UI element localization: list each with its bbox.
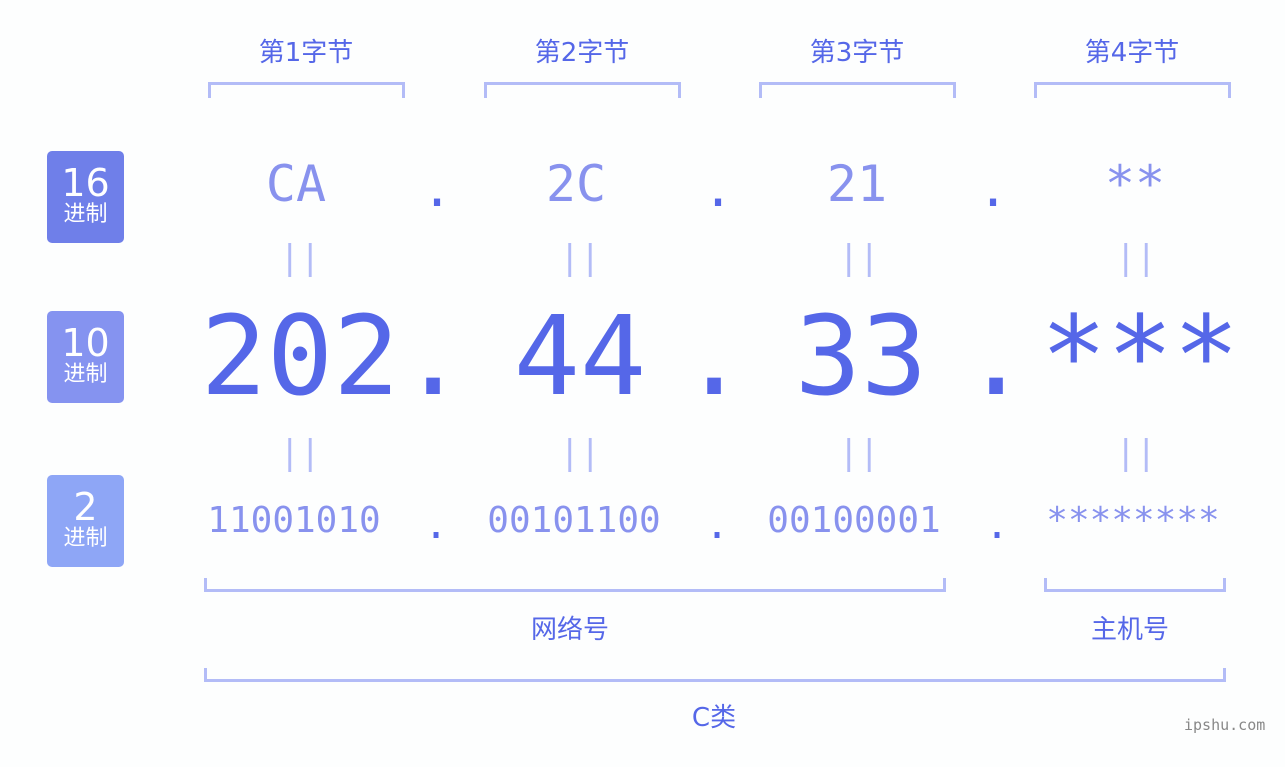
hex-badge-number: 16 — [61, 161, 110, 205]
watermark: ipshu.com — [1184, 716, 1266, 734]
class-label: C类 — [691, 703, 737, 733]
bin-separator: . — [705, 502, 730, 548]
hex-badge: 16 进制 — [47, 151, 124, 243]
byte-1-label: 第1字节 — [258, 38, 354, 68]
host-bracket — [1044, 578, 1226, 592]
equals-sign: || — [1115, 238, 1157, 278]
hex-byte-1: CA — [265, 155, 327, 213]
dec-badge-text: 进制 — [63, 362, 108, 387]
hex-separator: . — [422, 160, 453, 218]
hex-badge-text: 进制 — [63, 202, 108, 227]
host-label: 主机号 — [1090, 615, 1169, 645]
hex-separator: . — [703, 160, 734, 218]
byte-2-label: 第2字节 — [534, 38, 630, 68]
bin-separator: . — [985, 502, 1010, 548]
bin-byte-3: 00100001 — [767, 500, 941, 541]
network-label: 网络号 — [530, 615, 609, 645]
dec-byte-4: *** — [1040, 292, 1240, 420]
equals-sign: || — [838, 238, 880, 278]
bin-badge-text: 进制 — [63, 526, 108, 551]
equals-sign: || — [279, 433, 321, 473]
dec-separator: . — [963, 292, 1030, 420]
hex-byte-2: 2C — [545, 155, 607, 213]
hex-byte-3: 21 — [826, 155, 888, 213]
byte-2-bracket — [484, 82, 681, 98]
bin-byte-1: 11001010 — [207, 500, 381, 541]
dec-separator: . — [681, 292, 748, 420]
equals-sign: || — [559, 238, 601, 278]
bin-badge-number: 2 — [73, 485, 98, 529]
class-bracket — [204, 668, 1226, 682]
dec-separator: . — [400, 292, 467, 420]
dec-byte-2: 44 — [513, 292, 647, 420]
byte-1-bracket — [208, 82, 405, 98]
dec-byte-1: 202 — [200, 292, 400, 420]
bin-byte-2: 00101100 — [487, 500, 661, 541]
equals-sign: || — [838, 433, 880, 473]
dec-badge: 10 进制 — [47, 311, 124, 403]
network-bracket — [204, 578, 946, 592]
hex-separator: . — [978, 160, 1009, 218]
byte-3-bracket — [759, 82, 956, 98]
equals-sign: || — [559, 433, 601, 473]
byte-4-bracket — [1034, 82, 1231, 98]
dec-badge-number: 10 — [61, 321, 110, 365]
byte-3-label: 第3字节 — [809, 38, 905, 68]
bin-separator: . — [424, 502, 449, 548]
bin-byte-4: ******** — [1046, 500, 1220, 541]
bin-badge: 2 进制 — [47, 475, 124, 567]
byte-4-label: 第4字节 — [1084, 38, 1180, 68]
equals-sign: || — [1115, 433, 1157, 473]
equals-sign: || — [279, 238, 321, 278]
hex-byte-4: ** — [1104, 155, 1166, 213]
dec-byte-3: 33 — [794, 292, 928, 420]
